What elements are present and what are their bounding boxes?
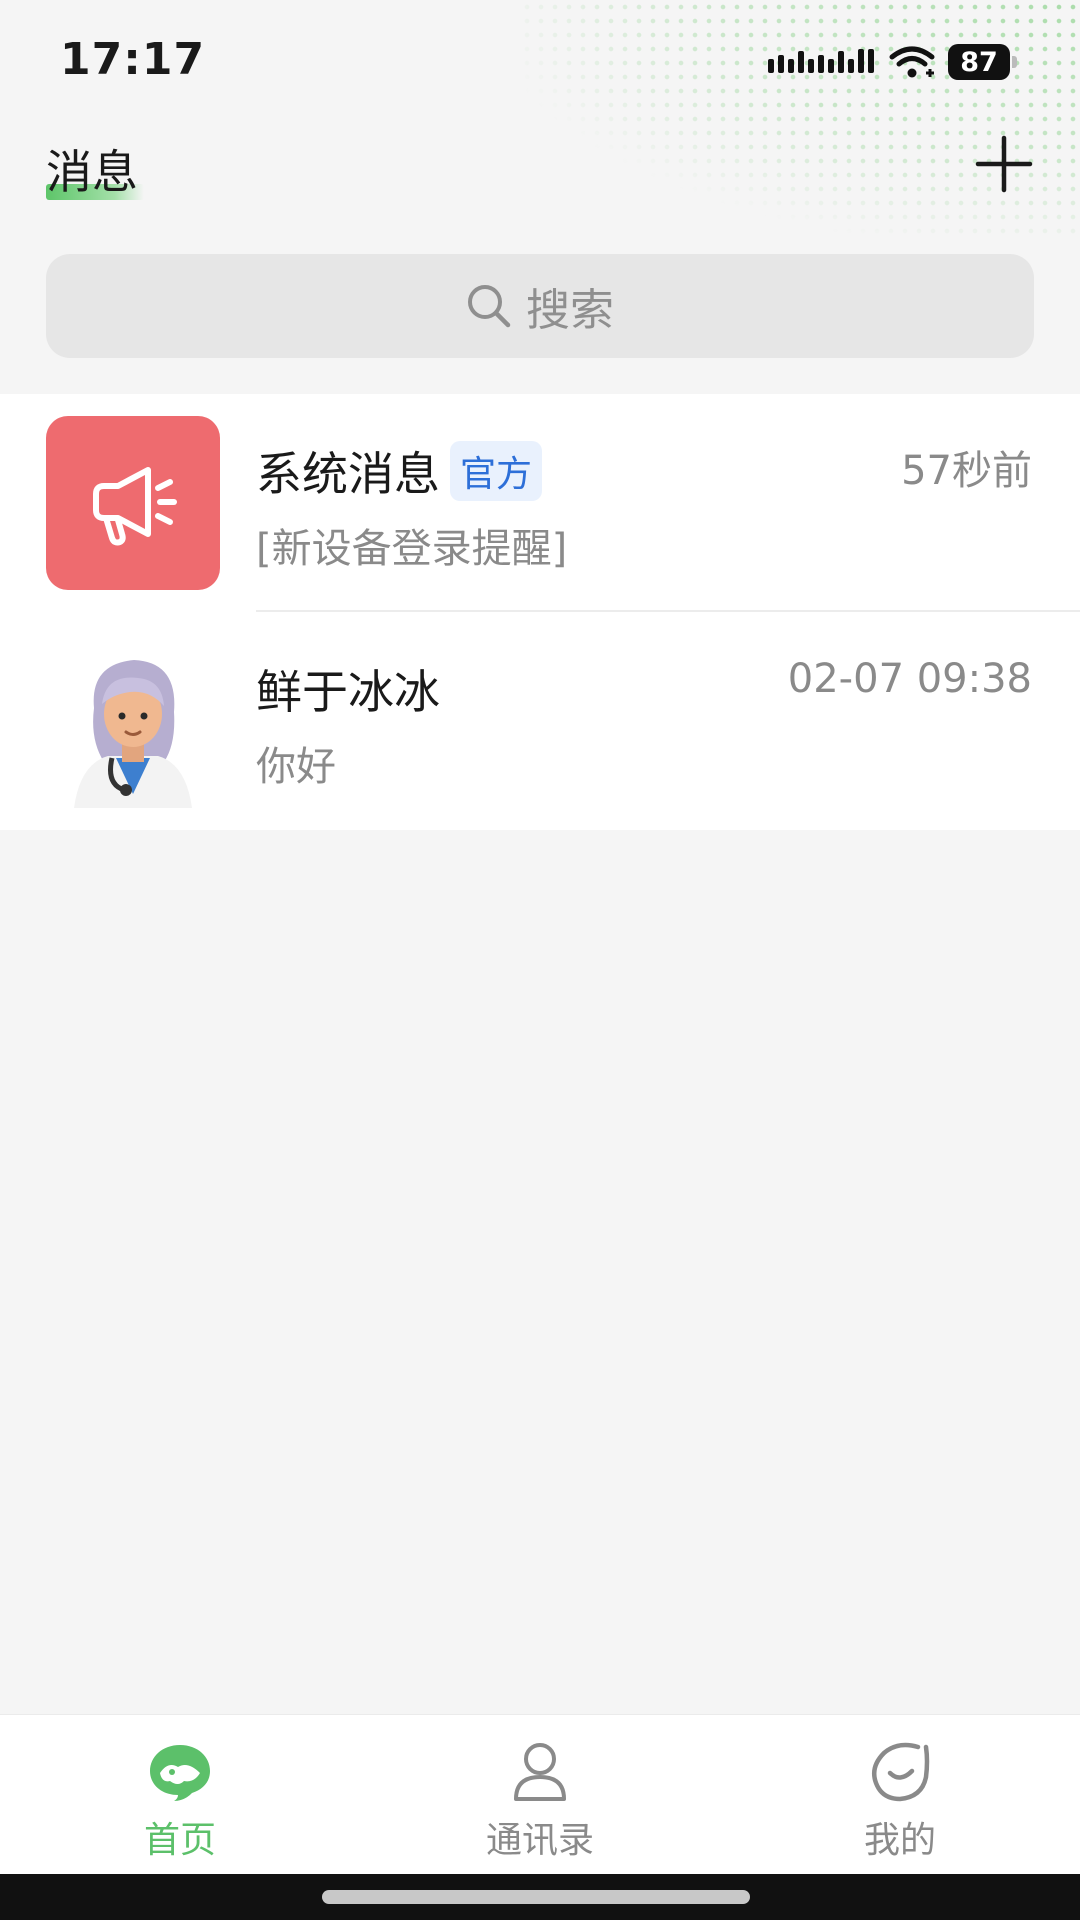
conversation-preview: [新设备登录提醒]	[256, 526, 568, 572]
search-bar[interactable]: 搜索	[46, 254, 1034, 358]
conversation-row-system[interactable]: 系统消息 官方 57秒前 [新设备登录提醒]	[0, 394, 1080, 612]
conversation-name: 鲜于冰冰	[256, 656, 440, 722]
header-dot-pattern	[520, 0, 1080, 240]
add-icon[interactable]	[974, 134, 1034, 194]
tab-me-label: 我的	[863, 1820, 936, 1861]
megaphone-icon	[93, 467, 177, 546]
tab-home[interactable]: 首页	[80, 1715, 280, 1875]
system-avatar	[46, 416, 220, 590]
conversation-name: 系统消息 官方	[256, 438, 543, 504]
tab-home-label: 首页	[143, 1820, 216, 1861]
search-icon	[468, 285, 511, 328]
tab-me[interactable]: 我的	[800, 1715, 1000, 1875]
conversation-row-user[interactable]: 鲜于冰冰 02-07 09:38 你好	[0, 612, 1080, 830]
cellular-signal-icon	[768, 49, 874, 73]
conversation-title: 鲜于冰冰	[256, 665, 440, 719]
tab-contacts[interactable]: 通讯录	[440, 1715, 640, 1875]
bottom-nav: 首页 通讯录 我的	[0, 1714, 1080, 1875]
wifi-icon	[889, 46, 935, 78]
status-time: 17:17	[60, 34, 206, 85]
status-icons: 87	[768, 44, 1017, 80]
chat-bubble-icon	[150, 1745, 210, 1801]
tab-contacts-label: 通讯录	[485, 1820, 594, 1861]
doctor-avatar	[46, 634, 220, 808]
search-placeholder: 搜索	[526, 285, 614, 336]
conversation-time: 57秒前	[901, 448, 1032, 494]
battery-indicator: 87	[948, 44, 1017, 80]
conversation-time: 02-07 09:38	[787, 656, 1032, 702]
person-icon	[514, 1743, 566, 1801]
conversation-preview: 你好	[256, 744, 336, 790]
conversation-title: 系统消息	[256, 447, 440, 501]
smile-icon	[872, 1742, 930, 1802]
home-indicator[interactable]	[322, 1890, 750, 1904]
official-badge: 官方	[450, 441, 543, 501]
conversation-list: 系统消息 官方 57秒前 [新设备登录提醒] 鲜于冰冰 02-07 09:38 …	[0, 394, 1080, 830]
page-title: 消息	[46, 145, 138, 199]
